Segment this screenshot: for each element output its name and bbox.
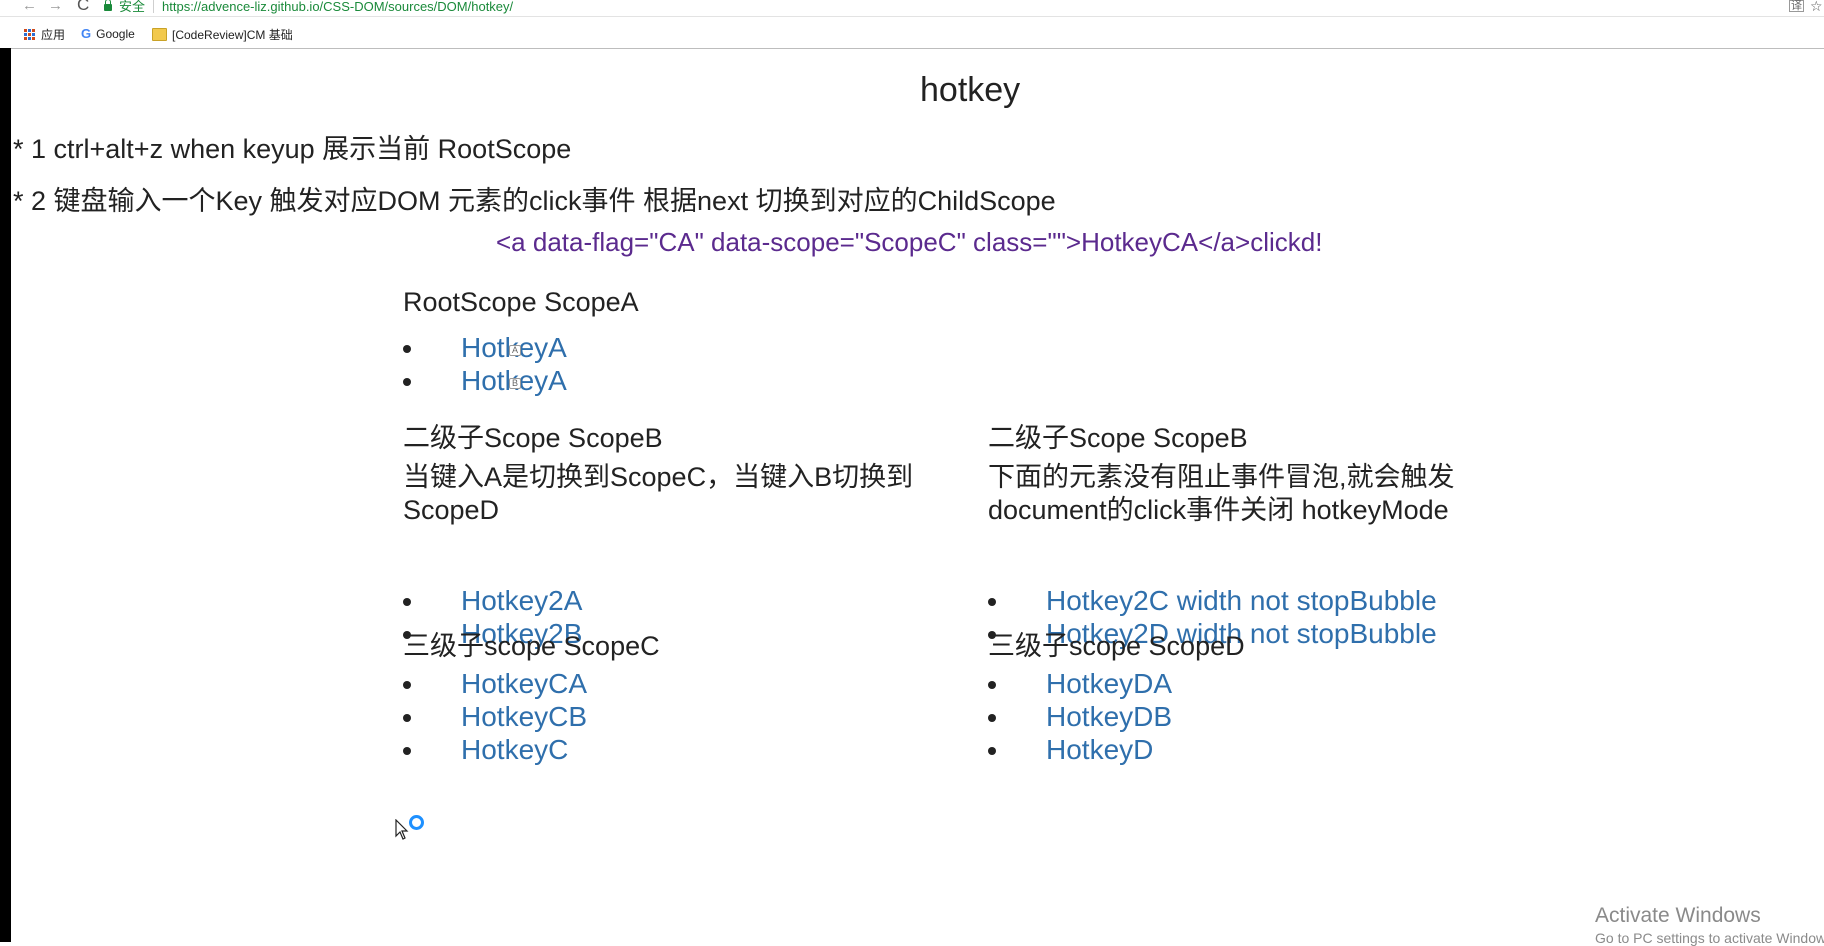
- scope-b-right-text: 下面的元素没有阻止事件冒泡,就会触发document的click事件关闭 hot…: [988, 462, 1455, 525]
- lock-icon: [104, 0, 112, 11]
- left-window-edge: [0, 48, 11, 942]
- bookmark-apps[interactable]: 应用: [24, 26, 65, 43]
- google-icon: G: [81, 26, 92, 41]
- page-title: hotkey: [920, 71, 1021, 109]
- bullet: [988, 714, 996, 722]
- scope-d-list: HotkeyDA HotkeyDB HotkeyD: [988, 667, 1388, 766]
- scope-c-title: 三级子scope ScopeC: [403, 631, 660, 661]
- list-item: Hotkey2A: [403, 584, 803, 617]
- bookmark-codereview[interactable]: [CodeReview]CM 基础: [152, 26, 293, 43]
- forward-icon[interactable]: →: [48, 0, 63, 14]
- list-item: HotkeyDA: [988, 667, 1388, 700]
- bullet: [988, 747, 996, 755]
- scope-b-right-title: 二级子Scope ScopeB: [988, 423, 1248, 453]
- hotkey-tag: A: [509, 345, 522, 356]
- list-item: HotkeyA B: [403, 364, 803, 397]
- hotkey-da-link[interactable]: HotkeyDA: [1046, 667, 1172, 700]
- list-item: HotkeyA A: [403, 331, 803, 364]
- back-icon[interactable]: ←: [22, 0, 37, 14]
- scope-c-list: HotkeyCA HotkeyCB HotkeyC: [403, 667, 803, 766]
- bullet: [403, 747, 411, 755]
- url-text[interactable]: https://advence-liz.github.io/CSS-DOM/so…: [162, 0, 513, 14]
- bullet: [403, 345, 411, 353]
- scope-d: 三级子scope ScopeD: [988, 624, 1245, 663]
- scope-a: RootScope ScopeA: [403, 287, 639, 318]
- bullet: [403, 378, 411, 386]
- scope-d-title: 三级子scope ScopeD: [988, 631, 1245, 661]
- scope-a-title: RootScope ScopeA: [403, 287, 639, 317]
- bookmark-label: [CodeReview]CM 基础: [172, 28, 293, 42]
- scope-b-left-text: 当键入A是切换到ScopeC，当键入B切换到ScopeD: [403, 462, 914, 525]
- scope-b-left-title: 二级子Scope ScopeB: [403, 423, 663, 453]
- folder-icon: [152, 28, 167, 41]
- scope-b-left: 二级子Scope ScopeB 当键入A是切换到ScopeC，当键入B切换到Sc…: [403, 416, 963, 527]
- url-divider: [153, 0, 155, 13]
- list-item: HotkeyD: [988, 733, 1388, 766]
- hotkey-cb-link[interactable]: HotkeyCB: [461, 700, 587, 733]
- bullet: [988, 681, 996, 689]
- hotkey-ca-link[interactable]: HotkeyCA: [461, 667, 587, 700]
- activate-windows-subtitle: Go to PC settings to activate Windows.: [1595, 930, 1824, 946]
- scope-a-list: HotkeyA A HotkeyA B: [403, 331, 803, 397]
- browser-toolbar: ← → C 安全 https://advence-liz.github.io/CS…: [0, 0, 1824, 17]
- activate-windows-title: Activate Windows: [1595, 904, 1761, 927]
- bookmarks-bar: 应用 G Google [CodeReview]CM 基础: [0, 17, 1824, 49]
- hotkey-c-link[interactable]: HotkeyC: [461, 733, 568, 766]
- translate-icon[interactable]: 译: [1789, 0, 1804, 12]
- bullet: [988, 598, 996, 606]
- scope-b-right: 二级子Scope ScopeB 下面的元素没有阻止事件冒泡,就会触发docume…: [988, 416, 1548, 527]
- description-line-2: * 2 键盘输入一个Key 触发对应DOM 元素的click事件 根据next …: [13, 186, 1056, 216]
- page-content: hotkey * 1 ctrl+alt+z when keyup 展示当前 Ro…: [11, 49, 1824, 942]
- hotkey-2a-link[interactable]: Hotkey2A: [461, 584, 582, 617]
- apps-grid-icon: [24, 29, 35, 40]
- hotkey-db-link[interactable]: HotkeyDB: [1046, 700, 1172, 733]
- address-bar[interactable]: 安全 https://advence-liz.github.io/CSS-DOM/…: [104, 0, 513, 15]
- bullet: [403, 598, 411, 606]
- description-line-1: * 1 ctrl+alt+z when keyup 展示当前 RootScope: [13, 134, 572, 164]
- bookmark-google[interactable]: G Google: [81, 26, 135, 41]
- reload-icon[interactable]: C: [77, 0, 89, 13]
- bookmark-star-icon[interactable]: ☆: [1810, 0, 1823, 15]
- bookmark-label: Google: [96, 26, 135, 41]
- list-item: HotkeyCB: [403, 700, 803, 733]
- hotkey-d-link[interactable]: HotkeyD: [1046, 733, 1153, 766]
- clicked-message: <a data-flag="CA" data-scope="ScopeC" cl…: [496, 227, 1323, 257]
- bookmark-label: 应用: [41, 28, 66, 42]
- list-item: Hotkey2C width not stopBubble: [988, 584, 1548, 617]
- busy-spinner-icon: [409, 815, 424, 830]
- secure-label: 安全: [119, 0, 146, 14]
- hotkey-tag: B: [509, 378, 522, 389]
- list-item: HotkeyCA: [403, 667, 803, 700]
- scope-c: 三级子scope ScopeC: [403, 624, 660, 663]
- list-item: HotkeyC: [403, 733, 803, 766]
- bullet: [403, 714, 411, 722]
- bullet: [403, 681, 411, 689]
- hotkey-2c-link[interactable]: Hotkey2C width not stopBubble: [1046, 584, 1437, 617]
- list-item: HotkeyDB: [988, 700, 1388, 733]
